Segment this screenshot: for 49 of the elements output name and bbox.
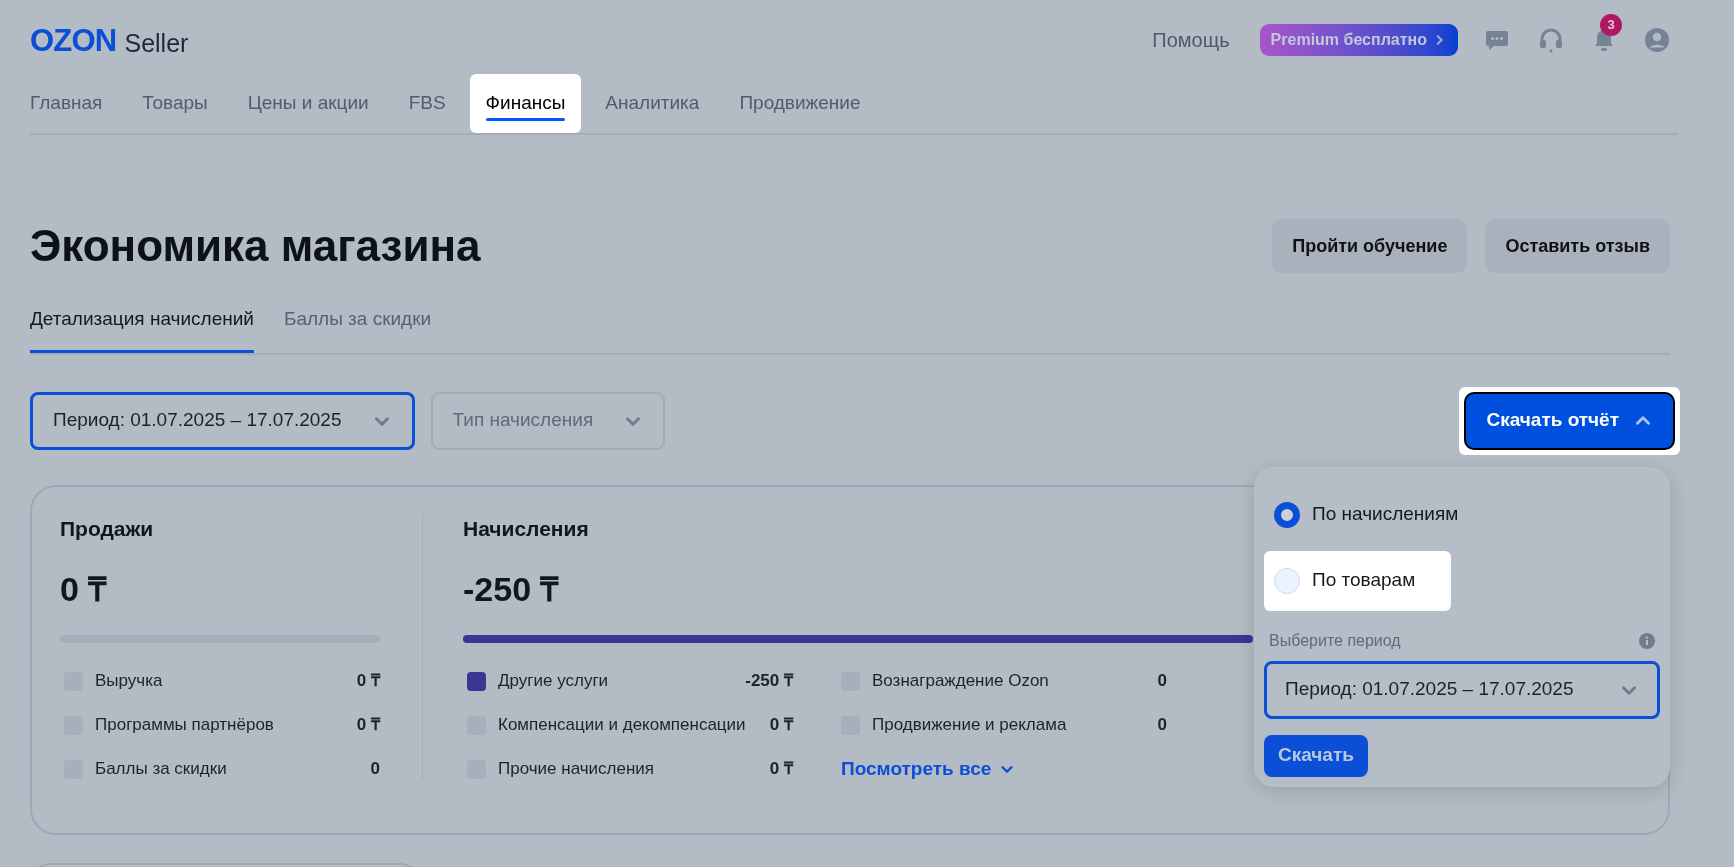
section-title: Начисления <box>463 515 590 542</box>
info-icon[interactable] <box>1639 632 1655 649</box>
legend-label: Другие услуги <box>498 670 609 693</box>
nav-tab[interactable]: FBS <box>392 74 462 133</box>
section-amount: -250 ₸ <box>463 569 561 610</box>
sub-tab[interactable]: Детализация начислений <box>30 305 254 353</box>
see-all-link[interactable]: Посмотреть все <box>841 747 1016 791</box>
action-button[interactable]: Оставить отзыв <box>1485 219 1670 273</box>
filter-dropdown[interactable]: Период: 01.07.2025 – 17.07.2025 <box>30 391 415 450</box>
action-button[interactable]: Пройти обучение <box>1272 219 1468 273</box>
logo-product-name: Seller <box>124 30 189 56</box>
help-link[interactable]: Помощь <box>1152 25 1230 55</box>
nav-tab[interactable]: Цены и акции <box>231 74 385 133</box>
nav-tab[interactable]: Продвижение <box>723 74 877 133</box>
legend-label: Баллы за скидки <box>95 758 227 781</box>
radio-option[interactable]: По товарам <box>1264 550 1452 611</box>
page-title: Экономика магазина <box>30 220 481 272</box>
legend-label: Компенсации и декомпенсации <box>498 714 746 737</box>
section-amount: 0 ₸ <box>60 569 109 610</box>
legend-label: Выручка <box>95 670 163 693</box>
legend-value: 0 ₸ <box>769 714 793 737</box>
notification-badge: 3 <box>1600 14 1622 36</box>
logo-wordmark[interactable]: OZON <box>30 24 117 56</box>
section-title: Продажи <box>60 515 155 542</box>
user-avatar-icon[interactable] <box>1644 27 1670 53</box>
legend-value: 0 <box>1157 670 1167 693</box>
legend-value: 0 ₸ <box>356 670 380 693</box>
download-report-button[interactable]: Скачать отчёт <box>1464 391 1675 450</box>
legend-value: -250 ₸ <box>745 670 793 693</box>
legend-label: Вознаграждение Ozon <box>872 670 1049 693</box>
legend-value: 0 ₸ <box>769 758 793 781</box>
legend-label: Программы партнёров <box>95 714 274 737</box>
headset-icon[interactable] <box>1538 27 1564 53</box>
radio-option[interactable]: По начислениям <box>1264 484 1469 545</box>
field-label: Выберите период <box>1269 630 1401 651</box>
premium-button[interactable]: Premium бесплатно <box>1259 24 1458 56</box>
nav-tab[interactable]: Главная <box>14 74 119 133</box>
period-dropdown[interactable]: Период: 01.07.2025 – 17.07.2025 <box>1264 660 1660 719</box>
nav-tab[interactable]: Товары <box>126 74 224 133</box>
sub-tab[interactable]: Баллы за скидки <box>283 305 432 353</box>
legend-label: Продвижение и реклама <box>872 714 1067 737</box>
nav-tab[interactable]: Финансы <box>469 74 582 133</box>
legend-value: 0 <box>1157 714 1167 737</box>
filter-dropdown[interactable]: Тип начисления <box>430 391 666 450</box>
nav-tab[interactable]: Аналитика <box>589 74 716 133</box>
legend-value: 0 ₸ <box>356 714 380 737</box>
legend-value: 0 <box>370 758 380 781</box>
legend-label: Прочие начисления <box>498 758 655 781</box>
download-button[interactable]: Скачать <box>1264 734 1368 777</box>
